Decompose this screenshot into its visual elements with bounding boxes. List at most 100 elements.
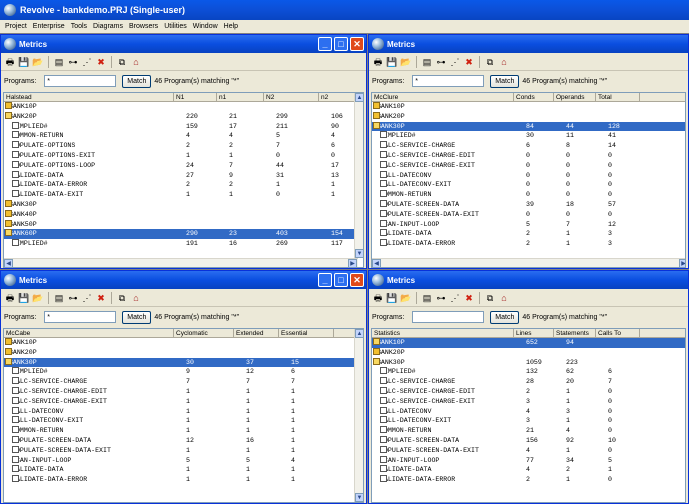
column-header[interactable]: Halstead: [4, 93, 174, 102]
open-folder-icon[interactable]: 📂: [32, 292, 44, 304]
table-row[interactable]: POPULATE-SCREEN-DATA 12 16 1: [4, 435, 363, 446]
home-icon[interactable]: ⌂: [130, 292, 142, 304]
table-row[interactable]: BBANK30P 84 44 128: [372, 121, 685, 132]
table-row[interactable]: VALIDATE-DATA-ERROR 2 1 3: [372, 239, 685, 249]
column-header[interactable]: Operands: [554, 93, 596, 102]
table-row[interactable]: POPULATE-OPTIONS-LOOP 24 7 44 17: [4, 160, 363, 171]
tree-icon[interactable]: ⋰: [449, 292, 461, 304]
save-icon[interactable]: 💾: [18, 56, 30, 68]
column-header[interactable]: N1: [174, 93, 217, 102]
properties-icon[interactable]: ▤: [53, 56, 65, 68]
table-row[interactable]: COMMON-RETURN 21 4 0: [372, 426, 685, 436]
properties-icon[interactable]: ▤: [53, 292, 65, 304]
table-row[interactable]: CALC-SERVICE-CHARGE-EXIT 1 1 1: [4, 396, 363, 407]
delete-icon[interactable]: ✖: [463, 56, 475, 68]
open-folder-icon[interactable]: 📂: [400, 56, 412, 68]
copy-icon[interactable]: ⧉: [484, 56, 496, 68]
column-header[interactable]: n2: [319, 93, 358, 102]
column-header[interactable]: Calls To: [596, 329, 640, 338]
column-header[interactable]: Statements: [554, 329, 596, 338]
table-row[interactable]: BBANK30P: [4, 199, 363, 210]
table-row[interactable]: BBANK50P: [4, 219, 363, 230]
program-filter-input[interactable]: [44, 75, 117, 87]
table-row[interactable]: BBANK20P 220 21 299 106: [4, 111, 363, 122]
match-button[interactable]: Match: [122, 74, 152, 88]
table-row[interactable]: COMMON-RETURN 1 1 1: [4, 426, 363, 436]
tree-icon[interactable]: ⋰: [81, 56, 93, 68]
column-header[interactable]: Lines: [514, 329, 554, 338]
copy-icon[interactable]: ⧉: [116, 292, 128, 304]
table-row[interactable]: BBANK10P 652 94: [372, 338, 685, 348]
minimize-button[interactable]: _: [318, 273, 332, 287]
table-row[interactable]: CALL-DATECONV 1 1 1: [4, 406, 363, 417]
table-row[interactable]: CALC-SERVICE-CHARGE-EXIT 3 1 0: [372, 396, 685, 407]
minimize-button[interactable]: _: [318, 37, 332, 51]
table-row[interactable]: COMMON-RETURN 4 4 5 4: [4, 131, 363, 141]
menu-window[interactable]: Window: [190, 23, 221, 30]
match-button[interactable]: Match: [490, 310, 520, 324]
copy-icon[interactable]: ⧉: [116, 56, 128, 68]
table-row[interactable]: CALL-DATECONV-EXIT 3 1 0: [372, 416, 685, 426]
scroll-up-button[interactable]: ▲: [355, 329, 363, 338]
maximize-button[interactable]: □: [334, 37, 348, 51]
link-icon[interactable]: ⊶: [67, 292, 79, 304]
table-row[interactable]: BBANK10P: [4, 338, 363, 348]
printer-icon[interactable]: 🖶: [4, 56, 16, 68]
table-row[interactable]: BBANK20P: [4, 347, 363, 358]
link-icon[interactable]: ⊶: [435, 56, 447, 68]
home-icon[interactable]: ⌂: [498, 292, 510, 304]
scroll-up-button[interactable]: ▲: [355, 93, 363, 102]
table-row[interactable]: BBANK40P: [4, 209, 363, 220]
properties-icon[interactable]: ▤: [421, 292, 433, 304]
table-row[interactable]: VALIDATE-DATA-ERROR 2 2 1 1: [4, 180, 363, 190]
column-header[interactable]: Conds: [514, 93, 554, 102]
open-folder-icon[interactable]: 📂: [32, 56, 44, 68]
table-row[interactable]: POPULATE-SCREEN-DATA-EXIT 0 0 0: [372, 209, 685, 220]
table-row[interactable]: VALIDATE-DATA 2 1 3: [372, 229, 685, 239]
column-header[interactable]: N2: [264, 93, 319, 102]
scroll-right-button[interactable]: ▶: [348, 259, 357, 267]
properties-icon[interactable]: ▤: [421, 56, 433, 68]
table-row[interactable]: COMMON-RETURN 0 0 0: [372, 190, 685, 200]
table-row[interactable]: VALIDATE-DATA 27 9 31 13: [4, 170, 363, 181]
table-row[interactable]: #IMPLIED# 30 11 41: [372, 131, 685, 141]
table-row[interactable]: POPULATE-SCREEN-DATA 156 92 10: [372, 435, 685, 446]
table-row[interactable]: CALC-SERVICE-CHARGE-EDIT 1 1 1: [4, 386, 363, 397]
table-row[interactable]: BBANK10P: [4, 102, 363, 112]
save-icon[interactable]: 💾: [386, 56, 398, 68]
scroll-right-button[interactable]: ▶: [679, 259, 685, 267]
printer-icon[interactable]: 🖶: [372, 56, 384, 68]
table-row[interactable]: #IMPLIED# 191 16 269 117: [4, 239, 363, 249]
scroll-down-button[interactable]: ▼: [355, 249, 363, 258]
table-row[interactable]: CALL-DATECONV 4 3 0: [372, 406, 685, 417]
link-icon[interactable]: ⊶: [435, 292, 447, 304]
home-icon[interactable]: ⌂: [498, 56, 510, 68]
column-header[interactable]: Cyclomatic: [174, 329, 234, 338]
scroll-left-button[interactable]: ◀: [4, 259, 13, 267]
column-header[interactable]: Statistics: [372, 329, 514, 338]
menu-utilities[interactable]: Utilities: [161, 23, 190, 30]
menu-diagrams[interactable]: Diagrams: [90, 23, 126, 30]
program-filter-input[interactable]: [412, 311, 485, 323]
vertical-scrollbar[interactable]: ▲ ▼: [354, 329, 363, 502]
program-filter-input[interactable]: [44, 311, 117, 323]
open-folder-icon[interactable]: 📂: [400, 292, 412, 304]
scroll-down-button[interactable]: ▼: [355, 493, 363, 502]
delete-icon[interactable]: ✖: [95, 56, 107, 68]
program-filter-input[interactable]: [412, 75, 485, 87]
table-row[interactable]: CALC-SERVICE-CHARGE 28 20 7: [372, 377, 685, 387]
menu-browsers[interactable]: Browsers: [126, 23, 161, 30]
table-row[interactable]: CALL-DATECONV 0 0 0: [372, 170, 685, 181]
printer-icon[interactable]: 🖶: [4, 292, 16, 304]
table-row[interactable]: VALIDATE-DATA-ERROR 1 1 1: [4, 475, 363, 485]
table-row[interactable]: POPULATE-SCREEN-DATA 39 18 57: [372, 199, 685, 210]
column-header[interactable]: McClure: [372, 93, 514, 102]
menu-tools[interactable]: Tools: [68, 23, 90, 30]
table-row[interactable]: CALL-DATECONV-EXIT 1 1 1: [4, 416, 363, 426]
table-row[interactable]: VALIDATE-DATA 1 1 1: [4, 465, 363, 475]
column-header[interactable]: Total: [596, 93, 640, 102]
table-row[interactable]: BBANK20P: [372, 111, 685, 122]
table-row[interactable]: VALIDATE-DATA-EXIT 1 1 0 1: [4, 190, 363, 200]
menu-help[interactable]: Help: [221, 23, 241, 30]
table-row[interactable]: SCAN-INPUT-LOOP 5 7 12: [372, 219, 685, 230]
